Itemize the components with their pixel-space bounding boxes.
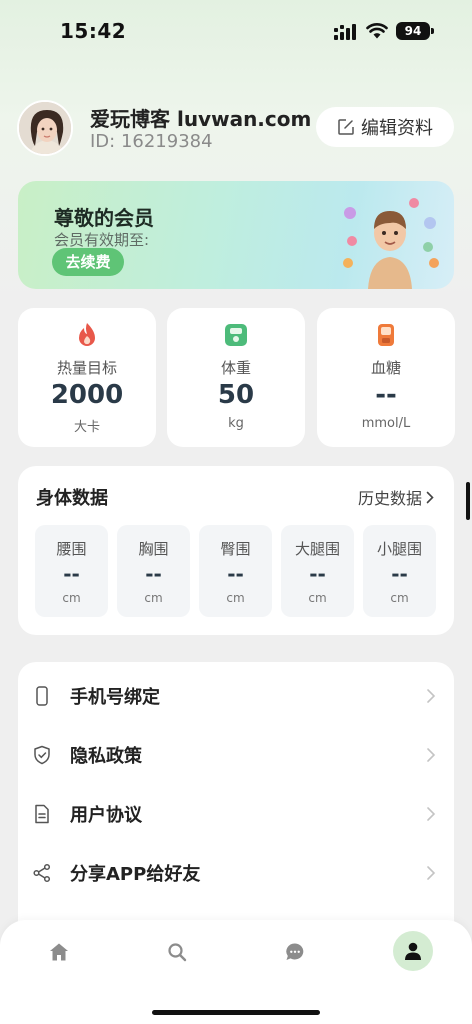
edit-profile-button[interactable]: 编辑资料 [316, 107, 454, 147]
tab-profile[interactable] [393, 931, 433, 971]
stat-unit: mmol/L [361, 416, 411, 431]
stat-unit: kg [228, 416, 244, 431]
search-icon [168, 943, 187, 962]
measurement-hip[interactable]: 臀围 -- cm [199, 525, 272, 617]
measurement-label: 腰围 [56, 540, 87, 558]
edit-icon [338, 119, 354, 135]
menu-item-user-agreement[interactable]: 用户协议 [18, 784, 454, 843]
body-data-title: 身体数据 [36, 488, 108, 509]
stat-value: -- [375, 380, 397, 410]
menu-item-label: 手机号绑定 [70, 686, 160, 708]
measurement-label: 胸围 [138, 540, 169, 558]
stat-label: 热量目标 [56, 359, 117, 377]
chevron-right-icon [427, 747, 436, 762]
chat-icon [286, 943, 304, 960]
avatar[interactable] [17, 100, 73, 156]
menu-item-phone-binding[interactable]: 手机号绑定 [18, 666, 454, 725]
menu-item-label: 分享APP给好友 [70, 863, 201, 885]
measurement-value: -- [391, 562, 408, 586]
measurement-unit: cm [144, 591, 163, 605]
tab-home[interactable] [39, 938, 79, 966]
stat-card-blood-sugar[interactable]: 血糖 -- mmol/L [317, 308, 455, 447]
chevron-right-icon [426, 491, 434, 503]
home-icon [50, 943, 68, 961]
chevron-right-icon [427, 865, 436, 880]
menu-item-label: 隐私政策 [70, 745, 142, 767]
stat-label: 体重 [220, 359, 251, 377]
measurement-value: -- [227, 562, 244, 586]
wifi-icon [366, 23, 388, 39]
menu-item-label: 用户协议 [70, 804, 142, 826]
chevron-right-icon [427, 688, 436, 703]
phone-icon [36, 685, 48, 706]
history-data-label: 历史数据 [357, 489, 422, 508]
measurement-value: -- [145, 562, 162, 586]
membership-title: 尊敬的会员 [54, 206, 154, 230]
member-illustration [343, 198, 439, 289]
home-indicator[interactable] [152, 1010, 320, 1015]
membership-expiry: 会员有效期至: [54, 231, 150, 249]
avatar-image [19, 102, 71, 154]
body-data-card: 身体数据 历史数据 腰围 -- cm 胸围 -- cm 臀围 -- cm 大腿围… [18, 466, 454, 635]
edit-profile-label: 编辑资料 [361, 118, 433, 139]
stat-card-weight[interactable]: 体重 50 kg [167, 308, 305, 447]
stat-value: 2000 [50, 380, 124, 410]
bottom-tab-bar [0, 920, 472, 1024]
membership-card[interactable]: 尊敬的会员 会员有效期至: 去续费 [18, 181, 454, 289]
measurement-unit: cm [390, 591, 409, 605]
tab-messages[interactable] [275, 938, 315, 966]
tab-search[interactable] [157, 938, 197, 966]
scroll-indicator[interactable] [466, 482, 470, 520]
measurement-unit: cm [62, 591, 81, 605]
measurement-value: -- [309, 562, 326, 586]
history-data-link[interactable]: 历史数据 [358, 485, 434, 509]
measurement-value: -- [63, 562, 80, 586]
share-icon [33, 863, 51, 882]
blood-sugar-icon [378, 324, 394, 346]
status-bar: 15:42 94 [0, 0, 472, 60]
measurement-unit: cm [226, 591, 245, 605]
battery-indicator: 94 [396, 22, 434, 40]
stat-unit: 大卡 [73, 420, 100, 435]
menu-item-privacy-policy[interactable]: 隐私政策 [18, 725, 454, 784]
measurement-waist[interactable]: 腰围 -- cm [35, 525, 108, 617]
measurement-label: 臀围 [220, 540, 251, 558]
measurement-thigh[interactable]: 大腿围 -- cm [281, 525, 354, 617]
stat-label: 血糖 [370, 359, 401, 377]
settings-menu: 手机号绑定 隐私政策 用户协议 分享APP给好友 [18, 662, 454, 952]
status-time: 15:42 [60, 19, 127, 43]
stat-card-calorie[interactable]: 热量目标 2000 大卡 [18, 308, 156, 447]
measurement-unit: cm [308, 591, 327, 605]
user-icon [405, 942, 421, 960]
username: 爱玩博客 luvwan.com [90, 107, 312, 131]
chevron-right-icon [427, 806, 436, 821]
measurement-label: 小腿围 [376, 540, 422, 558]
flame-icon [79, 323, 95, 346]
measurement-chest[interactable]: 胸围 -- cm [117, 525, 190, 617]
user-id: ID: 16219384 [90, 131, 213, 152]
document-icon [35, 804, 49, 823]
shield-icon [34, 745, 50, 764]
scale-icon [225, 324, 247, 346]
signal-icon [334, 24, 356, 40]
menu-item-share-app[interactable]: 分享APP给好友 [18, 843, 454, 902]
measurement-label: 大腿围 [294, 540, 340, 558]
battery-level: 94 [404, 24, 422, 38]
stat-value: 50 [217, 380, 255, 410]
renew-button[interactable]: 去续费 [52, 248, 124, 276]
measurement-calf[interactable]: 小腿围 -- cm [363, 525, 436, 617]
